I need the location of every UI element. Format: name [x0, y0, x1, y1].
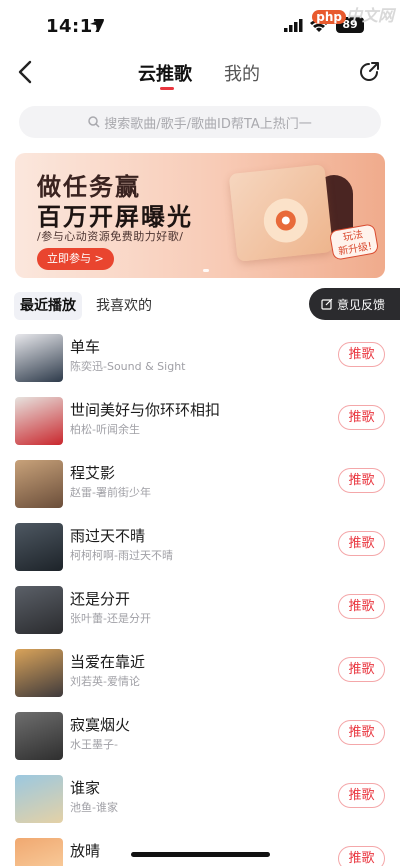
song-row[interactable]: 单车陈奕迅-Sound & Sight 推歌	[0, 328, 400, 391]
banner-headline-2: 百万开屏曝光	[37, 203, 193, 231]
site-watermark: php 中文网	[312, 2, 394, 26]
album-cover	[15, 334, 63, 382]
album-cover	[15, 838, 63, 866]
edit-icon	[321, 298, 333, 310]
song-row[interactable]: 还是分开张叶蕾-还是分开 推歌	[0, 580, 400, 643]
search-placeholder: 搜索歌曲/歌手/歌曲ID帮TA上热门一	[104, 116, 312, 132]
song-row[interactable]: 当爱在靠近刘若英-爱情论 推歌	[0, 643, 400, 706]
recommend-song-button[interactable]: 推歌	[338, 531, 385, 556]
song-artist-album: 水王墨子-	[70, 738, 118, 751]
recommend-song-button[interactable]: 推歌	[338, 405, 385, 430]
carousel-dot	[203, 269, 209, 272]
song-artist-album: 刘若英-爱情论	[70, 675, 140, 688]
album-cover	[15, 460, 63, 508]
recommend-song-button[interactable]: 推歌	[338, 342, 385, 367]
status-bar: 14:17 89 php 中文网	[0, 0, 400, 50]
tab-recent-played[interactable]: 最近播放	[14, 292, 82, 320]
new-gameplay-badge: 玩法 新升级!	[328, 223, 380, 261]
song-title: 还是分开	[70, 590, 131, 608]
recommend-song-button[interactable]: 推歌	[338, 846, 385, 866]
song-title: 放晴	[70, 842, 101, 860]
song-artist-album: 张叶蕾-还是分开	[70, 612, 151, 625]
song-row[interactable]: 程艾影赵雷-署前街少年 推歌	[0, 454, 400, 517]
join-now-button[interactable]: 立即参与 >	[37, 248, 114, 270]
tab-mine[interactable]: 我的	[224, 60, 260, 86]
cellular-signal-icon	[284, 19, 303, 32]
song-row[interactable]: 世间美好与你环环相扣柏松-听闻余生 推歌	[0, 391, 400, 454]
song-row[interactable]: 寂寞烟火水王墨子- 推歌	[0, 706, 400, 769]
song-artist-album: 赵雷-署前街少年	[70, 486, 151, 499]
recommend-song-button[interactable]: 推歌	[338, 468, 385, 493]
promo-banner[interactable]: 做任务赢 百万开屏曝光 /参与心动资源免费助力好歌/ 立即参与 > 玩法 新升级…	[15, 153, 385, 278]
song-title: 单车	[70, 338, 101, 356]
album-art-graphic	[228, 164, 334, 262]
album-cover	[15, 523, 63, 571]
recommend-song-button[interactable]: 推歌	[338, 657, 385, 682]
song-title: 雨过天不晴	[70, 527, 146, 545]
album-sun-icon	[263, 198, 308, 243]
banner-subline: /参与心动资源免费助力好歌/	[37, 230, 184, 243]
album-cover	[15, 712, 63, 760]
tab-liked[interactable]: 我喜欢的	[90, 292, 158, 320]
location-arrow-icon	[90, 19, 102, 31]
song-title: 当爱在靠近	[70, 653, 146, 671]
album-cover	[15, 397, 63, 445]
song-row[interactable]: 谁家池鱼-谁家 推歌	[0, 769, 400, 832]
song-artist-album: 柯柯柯啊-雨过天不晴	[70, 549, 173, 562]
song-artist-album: 陈奕迅-Sound & Sight	[70, 360, 186, 373]
recommend-song-button[interactable]: 推歌	[338, 783, 385, 808]
search-icon	[88, 116, 100, 128]
song-list: 单车 陈奕迅-Sound & Sight 推歌 世间美好与你环环相扣 柏松-听闻余生 推歌…	[0, 328, 400, 866]
feedback-label: 意见反馈	[337, 297, 386, 312]
active-tab-indicator	[160, 87, 174, 90]
top-nav: 云推歌 我的	[0, 52, 400, 92]
tab-cloud-recommend[interactable]: 云推歌	[138, 60, 192, 86]
song-title: 世间美好与你环环相扣	[70, 401, 221, 419]
back-chevron-icon[interactable]	[14, 58, 38, 86]
home-indicator	[131, 852, 270, 857]
song-title: 程艾影	[70, 464, 116, 482]
recommend-song-button[interactable]: 推歌	[338, 594, 385, 619]
song-artist-album: 池鱼-谁家	[70, 801, 118, 814]
album-cover	[15, 649, 63, 697]
album-cover	[15, 775, 63, 823]
song-title: 谁家	[70, 779, 101, 797]
song-row[interactable]: 放晴 推歌	[0, 832, 400, 866]
album-cover	[15, 586, 63, 634]
search-input[interactable]: 搜索歌曲/歌手/歌曲ID帮TA上热门一	[19, 106, 381, 138]
song-row[interactable]: 雨过天不晴柯柯柯啊-雨过天不晴 推歌	[0, 517, 400, 580]
feedback-button[interactable]: 意见反馈	[309, 288, 400, 320]
recommend-song-button[interactable]: 推歌	[338, 720, 385, 745]
song-title: 寂寞烟火	[70, 716, 131, 734]
song-artist-album: 柏松-听闻余生	[70, 423, 140, 436]
share-icon[interactable]	[357, 60, 381, 84]
